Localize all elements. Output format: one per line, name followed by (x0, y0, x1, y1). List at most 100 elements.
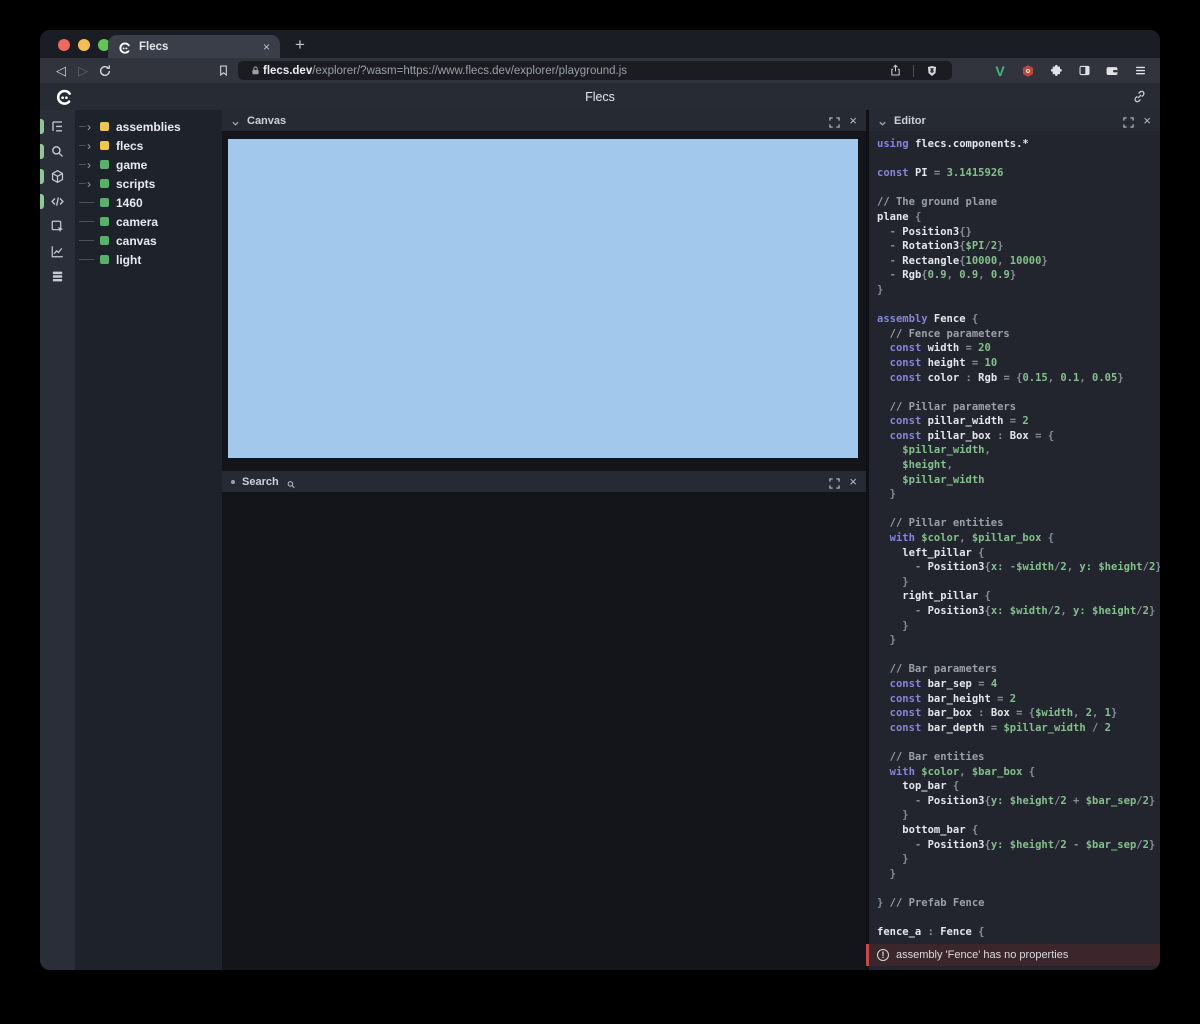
search-panel-title: Search (242, 476, 279, 488)
wallet-icon[interactable] (1102, 64, 1122, 78)
code-line: const width = 20 (877, 341, 1158, 356)
fullscreen-icon[interactable] (1123, 115, 1134, 126)
code-line (877, 298, 1158, 313)
sidebar-button-rows[interactable] (40, 264, 75, 289)
canvas-panel-header: Canvas × (222, 110, 866, 131)
sidebar-button-chart[interactable] (40, 239, 75, 264)
tree-connector (79, 183, 86, 184)
close-panel-icon[interactable]: × (849, 114, 857, 127)
url-bar[interactable]: flecs.dev/explorer/?wasm=https://www.fle… (238, 61, 952, 80)
sidebar-button-cube[interactable] (40, 164, 75, 189)
vue-devtools-icon[interactable]: V (990, 63, 1010, 79)
code-line: } (877, 283, 1158, 298)
code-line: $height, (877, 458, 1158, 473)
lock-icon (247, 65, 263, 76)
fullscreen-icon[interactable] (829, 476, 840, 487)
code-line: } (877, 808, 1158, 823)
tree-item-label: flecs (116, 139, 143, 153)
search-panel-header: Search × (222, 471, 866, 492)
bookmark-icon[interactable] (212, 64, 234, 77)
code-editor[interactable]: using flecs.components.* const PI = 3.14… (869, 131, 1160, 944)
code-line: - Rectangle{10000, 10000} (877, 254, 1158, 269)
entity-color-square (100, 141, 109, 150)
menu-icon[interactable] (1130, 64, 1150, 77)
chevron-right-icon[interactable]: › (87, 121, 91, 133)
canvas-panel-title: Canvas (247, 115, 286, 127)
close-window-button[interactable] (58, 39, 70, 51)
tree-item-light[interactable]: light (75, 250, 222, 269)
code-line: } (877, 867, 1158, 882)
left-icon-strip (40, 110, 75, 970)
minimize-window-button[interactable] (78, 39, 90, 51)
collapse-chevron-icon[interactable] (231, 116, 240, 125)
tree-connector (79, 259, 94, 260)
tree-item-canvas[interactable]: canvas (75, 231, 222, 250)
code-line: const bar_sep = 4 (877, 677, 1158, 692)
tree-item-camera[interactable]: camera (75, 212, 222, 231)
code-line: using flecs.components.* (877, 137, 1158, 152)
code-line: right_pillar { (877, 589, 1158, 604)
sidebar-button-search[interactable] (40, 139, 75, 164)
entity-color-square (100, 255, 109, 264)
code-line (877, 152, 1158, 167)
code-line: // Bar parameters (877, 662, 1158, 677)
chart-icon (50, 244, 65, 259)
entity-color-square (100, 179, 109, 188)
search-panel-body[interactable] (222, 492, 866, 970)
code-line: - Position3{y: $height/2 - $bar_sep/2} (877, 838, 1158, 853)
code-line: - Position3{x: -$width/2, y: $height/2} (877, 560, 1158, 575)
tree-item-1460[interactable]: 1460 (75, 193, 222, 212)
chevron-right-icon[interactable]: › (87, 140, 91, 152)
back-button[interactable]: ◁ (50, 63, 72, 79)
tab-close-icon[interactable]: × (263, 41, 270, 53)
url-domain: flecs.dev (263, 65, 312, 77)
share-icon[interactable] (884, 64, 906, 77)
extensions-puzzle-icon[interactable] (1046, 64, 1066, 77)
browser-window: Flecs × + ◁ ▷ flecs.dev/explorer/?wasm=h… (40, 30, 1160, 970)
brave-shield-icon[interactable] (921, 65, 943, 77)
sidebar-button-inspector[interactable] (40, 214, 75, 239)
sidebar-button-code[interactable] (40, 189, 75, 214)
code-line: } // Prefab Fence (877, 896, 1158, 911)
collapsed-dot-icon[interactable] (231, 480, 235, 484)
error-icon: ! (877, 949, 889, 961)
browser-toolbar: ◁ ▷ flecs.dev/explorer/?wasm=https://www… (40, 58, 1160, 83)
browser-tab-flecs[interactable]: Flecs × (108, 35, 280, 58)
search-icon (50, 144, 65, 159)
tree-view-icon (50, 119, 65, 134)
fullscreen-icon[interactable] (829, 115, 840, 126)
code-line: assembly Fence { (877, 312, 1158, 327)
forward-button[interactable]: ▷ (72, 63, 94, 79)
chevron-right-icon[interactable]: › (87, 159, 91, 171)
center-column: Canvas × Search (222, 110, 866, 970)
code-line (877, 181, 1158, 196)
flecs-app-header: Flecs (40, 83, 1160, 110)
chevron-right-icon[interactable]: › (87, 178, 91, 190)
sidebar-button-tree-view[interactable] (40, 114, 75, 139)
collapse-chevron-icon[interactable] (878, 116, 887, 125)
tree-item-assemblies[interactable]: › assemblies (75, 117, 222, 136)
new-tab-button[interactable]: + (288, 33, 312, 57)
tree-connector (79, 126, 86, 127)
share-link-icon[interactable] (1132, 89, 1147, 104)
code-line: } (877, 619, 1158, 634)
reload-button[interactable] (94, 64, 116, 78)
code-line: // Pillar entities (877, 516, 1158, 531)
entity-tree: › assemblies › flecs ›game›scripts 1460 camera… (75, 110, 222, 970)
tree-item-scripts[interactable]: ›scripts (75, 174, 222, 193)
tree-connector (79, 221, 94, 222)
close-panel-icon[interactable]: × (849, 475, 857, 488)
tab-sidebar-icon[interactable] (1074, 64, 1094, 77)
close-panel-icon[interactable]: × (1143, 114, 1151, 127)
code-line: const pillar_width = 2 (877, 414, 1158, 429)
code-line: - Rgb{0.9, 0.9, 0.9} (877, 268, 1158, 283)
tree-item-game[interactable]: ›game (75, 155, 222, 174)
code-line: } (877, 575, 1158, 590)
3d-viewport[interactable] (228, 139, 858, 458)
editor-panel-header: Editor × (869, 110, 1160, 131)
code-icon (50, 194, 65, 209)
tree-item-label: assemblies (116, 120, 181, 134)
adblock-icon[interactable] (1018, 64, 1038, 78)
tree-item-flecs[interactable]: › flecs (75, 136, 222, 155)
tree-item-label: 1460 (116, 196, 143, 210)
